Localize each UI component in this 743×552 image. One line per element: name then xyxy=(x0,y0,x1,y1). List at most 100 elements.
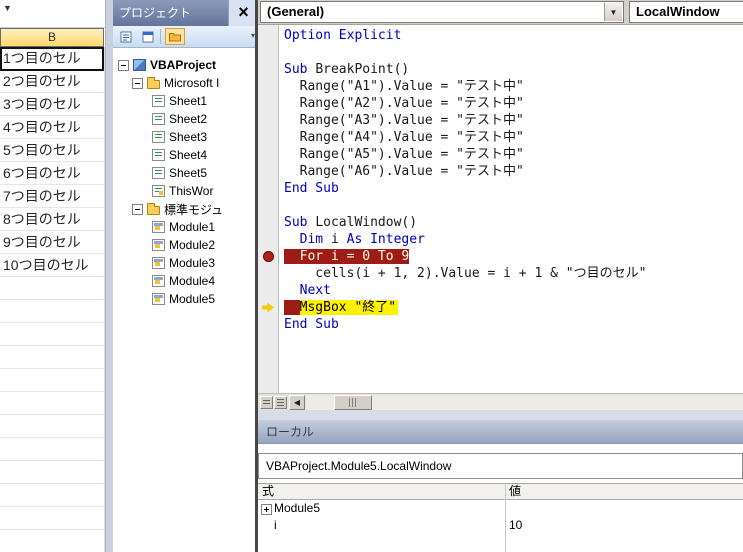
sheet-icon xyxy=(152,131,165,143)
margin-cell[interactable] xyxy=(258,61,278,78)
excel-cell[interactable]: 7つ目のセル xyxy=(0,185,104,208)
procedure-view-button[interactable] xyxy=(260,396,273,409)
chevron-down-icon[interactable]: ▼ xyxy=(604,3,622,21)
margin-cell[interactable] xyxy=(258,112,278,129)
expand-toggle-icon[interactable] xyxy=(118,59,129,71)
tree-item-label: Sheet1 xyxy=(169,94,208,108)
excel-cell[interactable] xyxy=(0,323,104,346)
margin-cell[interactable] xyxy=(258,265,278,282)
excel-cell[interactable]: 8つ目のセル xyxy=(0,208,104,231)
expand-toggle-icon[interactable] xyxy=(132,203,143,215)
margin-cell[interactable] xyxy=(258,282,278,299)
toggle-folders-button[interactable] xyxy=(165,28,185,45)
horizontal-scrollbar-thumb[interactable] xyxy=(334,395,372,410)
code-line: Sub BreakPoint() xyxy=(280,61,743,78)
excel-cell[interactable]: 2つ目のセル xyxy=(0,70,104,93)
margin-cell[interactable] xyxy=(258,231,278,248)
tree-item[interactable]: Sheet4 xyxy=(113,146,258,164)
code-editor[interactable]: Option Explicit Sub BreakPoint() Range("A… xyxy=(280,25,743,395)
tree-item-root[interactable]: VBAProject xyxy=(113,56,258,74)
workbook-icon xyxy=(152,185,165,197)
tree-item[interactable]: Module3 xyxy=(113,254,258,272)
excel-cell[interactable] xyxy=(0,438,104,461)
code-line: For i = 0 To 9 xyxy=(280,248,743,265)
tree-item[interactable]: Sheet3 xyxy=(113,128,258,146)
code-token: Range("A5").Value = "テスト中" xyxy=(284,147,524,162)
locals-context-box: VBAProject.Module5.LocalWindow xyxy=(258,453,743,479)
margin-cell[interactable] xyxy=(258,27,278,44)
code-line: Range("A3").Value = "テスト中" xyxy=(280,112,743,129)
excel-cell[interactable]: 4つ目のセル xyxy=(0,116,104,139)
margin-cell[interactable] xyxy=(258,299,278,316)
code-token: MsgBox "終了" xyxy=(299,300,399,315)
tree-item-label: Module5 xyxy=(169,292,216,306)
name-box-dropdown-icon[interactable]: ▼ xyxy=(3,3,12,13)
margin-cell[interactable] xyxy=(258,95,278,112)
code-line: Range("A4").Value = "テスト中" xyxy=(280,129,743,146)
folder-icon xyxy=(147,76,160,89)
locals-row[interactable]: Module5 xyxy=(258,500,743,517)
tree-item-folder[interactable]: Microsoft I xyxy=(113,74,258,92)
margin-cell[interactable] xyxy=(258,197,278,214)
excel-cell[interactable] xyxy=(0,507,104,530)
view-object-button[interactable] xyxy=(138,28,158,45)
margin-cell[interactable] xyxy=(258,78,278,95)
code-token: End Sub xyxy=(284,317,339,332)
tree-item-folder[interactable]: 標準モジュ xyxy=(113,200,258,218)
margin-cell[interactable] xyxy=(258,163,278,180)
tree-item[interactable]: Module2 xyxy=(113,236,258,254)
excel-cell[interactable] xyxy=(0,300,104,323)
tree-item[interactable]: Sheet5 xyxy=(113,164,258,182)
procedure-dropdown[interactable]: LocalWindow ▼ xyxy=(629,1,743,23)
excel-cell[interactable] xyxy=(0,369,104,392)
tree-item[interactable]: Module4 xyxy=(113,272,258,290)
window-gap xyxy=(258,410,743,420)
excel-cell[interactable]: 10つ目のセル xyxy=(0,254,104,277)
excel-cell[interactable] xyxy=(0,277,104,300)
column-header-b[interactable]: B xyxy=(0,28,104,47)
object-dropdown[interactable]: (General) ▼ xyxy=(260,1,624,23)
margin-cell[interactable] xyxy=(258,248,278,265)
margin-cell[interactable] xyxy=(258,146,278,163)
horizontal-scrollbar-track[interactable] xyxy=(306,395,743,410)
expand-icon[interactable] xyxy=(261,504,272,515)
code-line: Option Explicit xyxy=(280,27,743,44)
expand-toggle-icon[interactable] xyxy=(132,77,143,89)
breakpoint-margin[interactable] xyxy=(258,25,279,393)
excel-cell[interactable] xyxy=(0,530,104,552)
tree-item[interactable]: Sheet2 xyxy=(113,110,258,128)
close-icon[interactable]: × xyxy=(228,0,258,26)
excel-cell[interactable]: 1つ目のセル xyxy=(0,47,104,70)
excel-cell[interactable]: 9つ目のセル xyxy=(0,231,104,254)
margin-cell[interactable] xyxy=(258,316,278,333)
procedure-view-icon xyxy=(263,400,270,405)
excel-cell[interactable]: 3つ目のセル xyxy=(0,93,104,116)
tree-item[interactable]: Module1 xyxy=(113,218,258,236)
view-code-button[interactable] xyxy=(116,28,136,45)
column-divider[interactable] xyxy=(505,483,506,552)
excel-cell[interactable] xyxy=(0,346,104,369)
module-icon xyxy=(152,239,165,251)
locals-row[interactable]: i 10 xyxy=(258,517,743,534)
margin-cell[interactable] xyxy=(258,44,278,61)
margin-cell[interactable] xyxy=(258,180,278,197)
excel-cell[interactable] xyxy=(0,461,104,484)
sheet-icon xyxy=(152,167,165,179)
code-header-bar: (General) ▼ LocalWindow ▼ xyxy=(258,0,743,25)
tree-item[interactable]: Module5 xyxy=(113,290,258,308)
excel-cell[interactable] xyxy=(0,392,104,415)
full-module-view-button[interactable] xyxy=(274,396,287,409)
vba-editor-screen: ▼ B 1つ目のセル 2つ目のセル 3つ目のセル 4つ目のセル 5つ目のセル 6つ目のセル… xyxy=(0,0,743,552)
tree-item[interactable]: Sheet1 xyxy=(113,92,258,110)
margin-cell[interactable] xyxy=(258,214,278,231)
tree-item[interactable]: ThisWor xyxy=(113,182,258,200)
view-object-icon xyxy=(142,31,154,42)
excel-cell[interactable] xyxy=(0,484,104,507)
scroll-left-arrow-icon[interactable]: ◀ xyxy=(289,395,305,410)
excel-cell[interactable]: 6つ目のセル xyxy=(0,162,104,185)
margin-cell[interactable] xyxy=(258,129,278,146)
excel-cell[interactable]: 5つ目のセル xyxy=(0,139,104,162)
project-tree: VBAProject Microsoft I Sheet1 Sheet2 Sheet3 S… xyxy=(113,48,258,552)
excel-cell[interactable] xyxy=(0,415,104,438)
